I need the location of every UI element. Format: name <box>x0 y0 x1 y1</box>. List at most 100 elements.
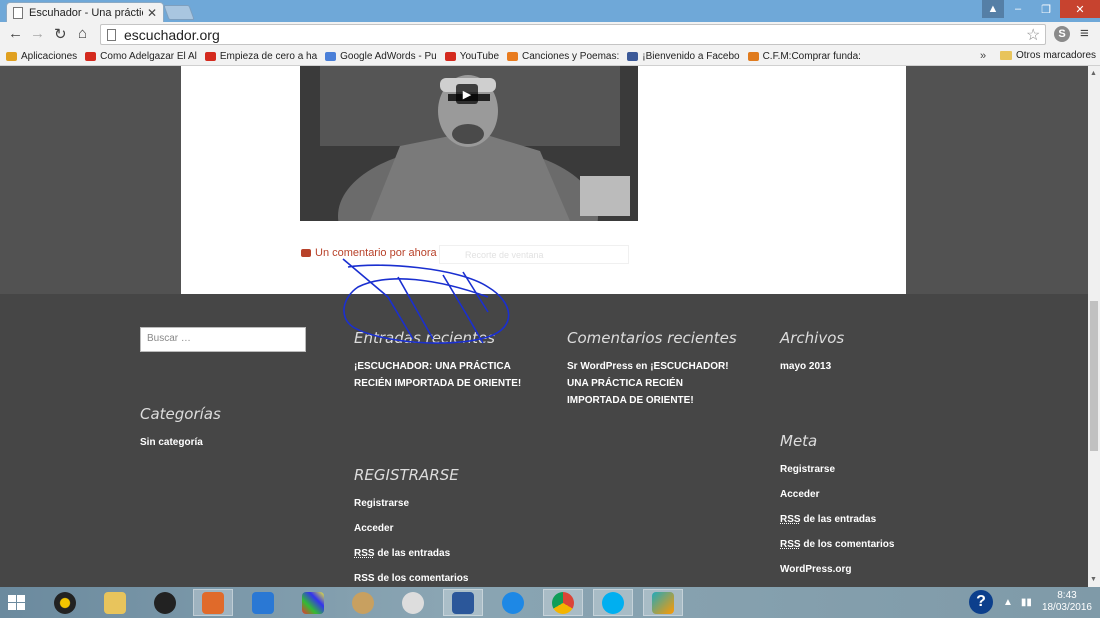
skype-icon[interactable] <box>593 589 633 616</box>
rss-comments-link[interactable]: RSS de los comentarios <box>354 570 468 587</box>
scroll-down-icon[interactable]: ▼ <box>1090 576 1097 583</box>
restore-button[interactable]: ❐ <box>1032 0 1060 18</box>
clock-time: 8:43 <box>1057 590 1077 601</box>
rss-text: de las entradas <box>377 548 451 559</box>
file-explorer-icon[interactable] <box>95 589 135 616</box>
network-icon[interactable]: ▮▮ <box>1021 597 1032 608</box>
colorful-app-icon[interactable] <box>293 589 333 616</box>
hp-icon[interactable] <box>145 589 185 616</box>
media-player-icon[interactable] <box>45 589 85 616</box>
rss-abbr: RSS <box>780 539 801 550</box>
windows-taskbar: ? ▲ ▮▮ 8:43 18/03/2016 <box>0 587 1100 618</box>
facebook-icon <box>627 51 639 61</box>
chrome-glyph <box>552 591 574 614</box>
menu-icon[interactable]: ≡ <box>1080 25 1089 42</box>
tray-expand-icon[interactable]: ▲ <box>1003 597 1013 608</box>
home-icon[interactable]: ⌂ <box>78 25 87 42</box>
close-window-button[interactable]: ✕ <box>1060 0 1100 18</box>
new-tab-button[interactable] <box>163 5 195 20</box>
google-icon <box>325 51 337 61</box>
meta-rss-comments-link[interactable]: RSS de los comentarios <box>780 536 894 553</box>
page-info-icon[interactable] <box>107 28 116 41</box>
wordpress-org-link[interactable]: WordPress.org <box>780 561 852 578</box>
bookmark-item[interactable]: Canciones y Poemas: <box>507 51 619 62</box>
clock-date: 18/03/2016 <box>1041 602 1092 613</box>
snipping-glyph <box>402 591 424 614</box>
bookmark-item[interactable]: Aplicaciones <box>6 51 77 62</box>
skype-extension-icon[interactable]: S <box>1054 26 1070 42</box>
comment-post-link-line[interactable]: UNA PRÁCTICA RECIÉN <box>567 375 729 392</box>
rocket-app-icon[interactable] <box>243 589 283 616</box>
minimize-button[interactable]: – <box>1004 0 1032 18</box>
youtube-icon <box>444 51 456 61</box>
back-icon[interactable]: ← <box>8 25 23 42</box>
word-icon[interactable] <box>443 589 483 616</box>
meta-rss-entries-link[interactable]: RSS de las entradas <box>780 511 876 528</box>
meta-login-link[interactable]: Acceder <box>780 486 819 503</box>
paint-glyph <box>352 591 374 614</box>
scroll-thumb[interactable] <box>1090 301 1098 451</box>
glove-app-icon[interactable] <box>193 589 233 616</box>
rss-abbr: RSS <box>354 548 375 559</box>
page-scrollbar[interactable]: ▲ ▼ <box>1088 66 1100 587</box>
system-clock[interactable]: 8:43 18/03/2016 <box>1042 590 1092 614</box>
colorful-glyph <box>302 591 324 614</box>
system-tray: ? ▲ ▮▮ 8:43 18/03/2016 <box>969 590 1092 614</box>
tab-title: Escuhador - Una práctica <box>29 6 143 19</box>
rss-abbr: RSS <box>780 514 801 525</box>
apps-icon <box>6 51 17 61</box>
search-input[interactable]: Buscar … <box>140 327 306 352</box>
recent-post-link[interactable]: ¡ESCUCHADOR: UNA PRÁCTICA RECIÉN IMPORTA… <box>354 358 521 392</box>
skype-glyph <box>602 591 624 614</box>
bookmark-item[interactable]: Como Adelgazar El Al <box>85 51 197 62</box>
reload-icon[interactable]: ↻ <box>54 25 67 43</box>
youtube-icon <box>85 51 97 61</box>
scroll-up-icon[interactable]: ▲ <box>1090 70 1097 77</box>
meta-title: Meta <box>780 432 818 450</box>
browser-tab[interactable]: Escuhador - Una práctica ✕ <box>6 2 164 22</box>
folder-icon <box>1000 51 1012 60</box>
other-bookmarks-folder[interactable]: Otros marcadores <box>1000 50 1096 61</box>
comment-post-link-line[interactable]: IMPORTADA DE ORIENTE! <box>567 392 729 409</box>
user-profile-icon[interactable]: ▲ <box>982 0 1004 18</box>
help-icon[interactable]: ? <box>969 590 994 614</box>
bookmark-item[interactable]: C.F.M:Comprar funda: <box>747 51 861 62</box>
comment-post-link[interactable]: ¡ESCUCHADOR! <box>650 361 728 372</box>
paint-icon[interactable] <box>343 589 383 616</box>
chrome-icon[interactable] <box>543 589 583 616</box>
archive-link[interactable]: mayo 2013 <box>780 358 831 375</box>
category-link[interactable]: Sin categoría <box>140 434 203 451</box>
browser-titlebar: Escuhador - Una práctica ✕ ▲ – ❐ ✕ <box>0 0 1100 22</box>
recent-post-line: RECIÉN IMPORTADA DE ORIENTE! <box>354 378 522 389</box>
play-app-icon[interactable] <box>643 589 683 616</box>
blogger-icon <box>507 51 518 61</box>
bookmark-item[interactable]: YouTube <box>444 51 499 62</box>
bookmark-item[interactable]: Empieza de cero a ha <box>204 51 317 62</box>
window-controls: ▲ – ❐ ✕ <box>982 0 1100 18</box>
comment-bubble-icon <box>301 249 311 257</box>
register-link[interactable]: Registrarse <box>354 495 409 512</box>
address-bar[interactable]: escuchador.org <box>100 24 1046 45</box>
tab-close-icon[interactable]: ✕ <box>147 6 157 20</box>
snipping-tool-icon[interactable] <box>393 589 433 616</box>
url-text: escuchador.org <box>124 26 220 43</box>
video-embed[interactable]: ▶ <box>300 66 638 221</box>
comment-en-text: en <box>635 361 648 372</box>
youtube-icon <box>204 51 216 61</box>
comment-author-link[interactable]: Sr WordPress <box>567 361 633 372</box>
rss-text: de los comentarios <box>803 539 895 550</box>
internet-explorer-icon[interactable] <box>493 589 533 616</box>
bookmarks-overflow-button[interactable]: » <box>980 50 986 62</box>
bookmark-item[interactable]: Google AdWords - Pu <box>325 51 437 62</box>
star-site-icon <box>747 51 759 61</box>
start-windows-icon[interactable] <box>8 595 26 611</box>
bookmark-item[interactable]: ¡Bienvenido a Facebo <box>627 51 740 62</box>
forward-icon[interactable]: → <box>30 25 45 42</box>
rss-entries-link[interactable]: RSS de las entradas <box>354 545 450 562</box>
bookmark-star-icon[interactable]: ☆ <box>1026 25 1040 45</box>
page-icon <box>13 6 23 19</box>
play-icon[interactable]: ▶ <box>456 84 478 104</box>
login-link[interactable]: Acceder <box>354 520 393 537</box>
register-title: REGISTRARSE <box>354 466 459 484</box>
meta-register-link[interactable]: Registrarse <box>780 461 835 478</box>
